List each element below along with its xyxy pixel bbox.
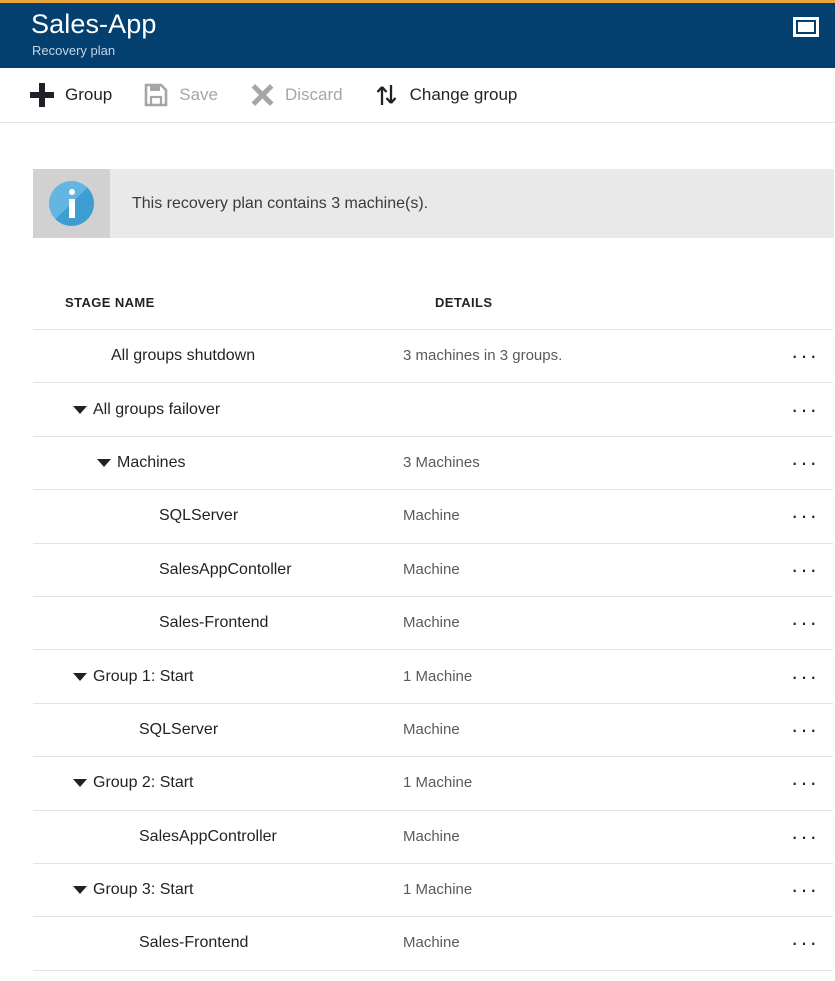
save-icon bbox=[144, 83, 168, 107]
stage-name-label: SalesAppContoller bbox=[159, 560, 292, 578]
cell-details: Machine bbox=[403, 560, 460, 578]
chevron-down-icon[interactable] bbox=[73, 779, 87, 788]
table-row[interactable]: Sales-Frontend Machine ··· bbox=[33, 597, 833, 651]
cell-details: 3 machines in 3 groups. bbox=[403, 347, 563, 365]
cell-stage-name: All groups failover bbox=[33, 400, 403, 420]
cell-stage-name: All groups shutdown bbox=[33, 346, 403, 366]
cell-stage-name: SalesAppController bbox=[33, 827, 403, 847]
cell-stage-name: Group 3: Start bbox=[33, 880, 403, 900]
cell-stage-name: Sales-Frontend bbox=[33, 613, 403, 633]
info-banner-message: This recovery plan contains 3 machine(s)… bbox=[132, 194, 429, 212]
table-row[interactable]: Sales-Frontend Machine ··· bbox=[33, 917, 833, 971]
cell-stage-name: Group 2: Start bbox=[33, 773, 403, 793]
close-x-icon bbox=[250, 83, 274, 107]
chevron-down-icon[interactable] bbox=[73, 672, 87, 681]
save-button[interactable]: Save bbox=[144, 68, 218, 122]
cell-stage-name: Group 1: Start bbox=[33, 667, 403, 687]
row-context-menu-button[interactable]: ··· bbox=[787, 825, 823, 848]
plus-icon bbox=[30, 83, 54, 107]
stage-name-label: SQLServer bbox=[139, 720, 219, 738]
stage-name-label: All groups failover bbox=[93, 400, 221, 418]
recovery-plan-blade: Sales-App Recovery plan Group Save Disca… bbox=[0, 0, 835, 981]
table-row[interactable]: SalesAppController Machine ··· bbox=[33, 811, 833, 864]
cell-stage-name: SQLServer bbox=[33, 720, 403, 740]
stage-name-label: Group 3: Start bbox=[93, 881, 194, 899]
column-header-stage-name: STAGE NAME bbox=[65, 294, 155, 310]
discard-button[interactable]: Discard bbox=[250, 68, 343, 122]
add-group-label: Group bbox=[65, 85, 113, 104]
cell-details: 1 Machine bbox=[403, 881, 473, 899]
cell-details: 1 Machine bbox=[403, 774, 473, 792]
table-row[interactable]: Machines 3 Machines ··· bbox=[33, 437, 833, 491]
cell-stage-name: Sales-Frontend bbox=[33, 933, 403, 953]
row-context-menu-button[interactable]: ··· bbox=[787, 879, 823, 901]
info-icon bbox=[49, 181, 94, 226]
stage-name-label: Sales-Frontend bbox=[139, 934, 249, 952]
page-title: Sales-App bbox=[31, 9, 157, 39]
command-bar: Group Save Discard Change group bbox=[0, 68, 835, 122]
save-label: Save bbox=[179, 85, 218, 104]
stage-name-label: Group 1: Start bbox=[93, 667, 194, 685]
row-context-menu-button[interactable]: ··· bbox=[787, 772, 823, 794]
command-bar-divider bbox=[0, 122, 835, 123]
stages-table: STAGE NAME DETAILS All groups shutdown 3 … bbox=[0, 276, 835, 971]
row-context-menu-button[interactable]: ··· bbox=[787, 505, 823, 527]
stage-name-label: Machines bbox=[117, 453, 186, 471]
cell-details: 3 Machines bbox=[403, 453, 480, 471]
swap-arrows-icon bbox=[375, 83, 399, 107]
cell-details: Machine bbox=[403, 614, 460, 632]
stage-name-label: SalesAppController bbox=[139, 827, 277, 845]
stage-name-label: All groups shutdown bbox=[111, 347, 256, 365]
row-context-menu-button[interactable]: ··· bbox=[787, 451, 823, 474]
add-group-button[interactable]: Group bbox=[30, 68, 112, 122]
cell-details: Machine bbox=[403, 934, 460, 952]
row-context-menu-button[interactable]: ··· bbox=[787, 612, 823, 634]
column-header-details: DETAILS bbox=[435, 294, 493, 310]
table-row[interactable]: SalesAppContoller Machine ··· bbox=[33, 544, 833, 597]
chevron-down-icon[interactable] bbox=[97, 458, 111, 467]
table-row[interactable]: Group 3: Start 1 Machine ··· bbox=[33, 864, 833, 918]
row-context-menu-button[interactable]: ··· bbox=[787, 932, 823, 954]
cell-details: Machine bbox=[403, 507, 460, 525]
cell-stage-name: Machines bbox=[33, 453, 403, 473]
table-row[interactable]: All groups failover ··· bbox=[33, 383, 833, 437]
row-context-menu-button[interactable]: ··· bbox=[787, 398, 823, 421]
discard-label: Discard bbox=[285, 85, 343, 104]
cell-details: Machine bbox=[403, 720, 460, 738]
row-context-menu-button[interactable]: ··· bbox=[787, 718, 823, 741]
change-group-button[interactable]: Change group bbox=[375, 68, 518, 122]
row-context-menu-button[interactable]: ··· bbox=[787, 665, 823, 688]
table-header-row: STAGE NAME DETAILS bbox=[33, 276, 833, 330]
stage-name-label: Group 2: Start bbox=[93, 774, 194, 792]
table-row[interactable]: Group 2: Start 1 Machine ··· bbox=[33, 757, 833, 811]
info-banner: This recovery plan contains 3 machine(s)… bbox=[33, 169, 834, 238]
cell-details: 1 Machine bbox=[403, 667, 473, 685]
stage-name-label: Sales-Frontend bbox=[159, 614, 269, 632]
table-row[interactable]: SQLServer Machine ··· bbox=[33, 490, 833, 544]
row-context-menu-button[interactable]: ··· bbox=[787, 558, 823, 581]
restore-window-icon[interactable] bbox=[793, 17, 819, 37]
chevron-down-icon[interactable] bbox=[73, 405, 87, 414]
blade-header: Sales-App Recovery plan bbox=[0, 3, 835, 68]
page-subtitle: Recovery plan bbox=[32, 43, 116, 58]
stage-name-label: SQLServer bbox=[159, 507, 239, 525]
row-context-menu-button[interactable]: ··· bbox=[787, 345, 823, 367]
cell-details: Machine bbox=[403, 827, 460, 845]
table-body: All groups shutdown 3 machines in 3 group… bbox=[0, 330, 835, 971]
table-row[interactable]: SQLServer Machine ··· bbox=[33, 704, 833, 758]
cell-stage-name: SalesAppContoller bbox=[33, 560, 403, 580]
info-icon-container bbox=[33, 169, 110, 238]
change-group-label: Change group bbox=[409, 85, 518, 104]
table-row[interactable]: Group 1: Start 1 Machine ··· bbox=[33, 650, 833, 704]
cell-stage-name: SQLServer bbox=[33, 506, 403, 526]
chevron-down-icon[interactable] bbox=[73, 886, 87, 895]
table-row[interactable]: All groups shutdown 3 machines in 3 group… bbox=[33, 330, 833, 384]
